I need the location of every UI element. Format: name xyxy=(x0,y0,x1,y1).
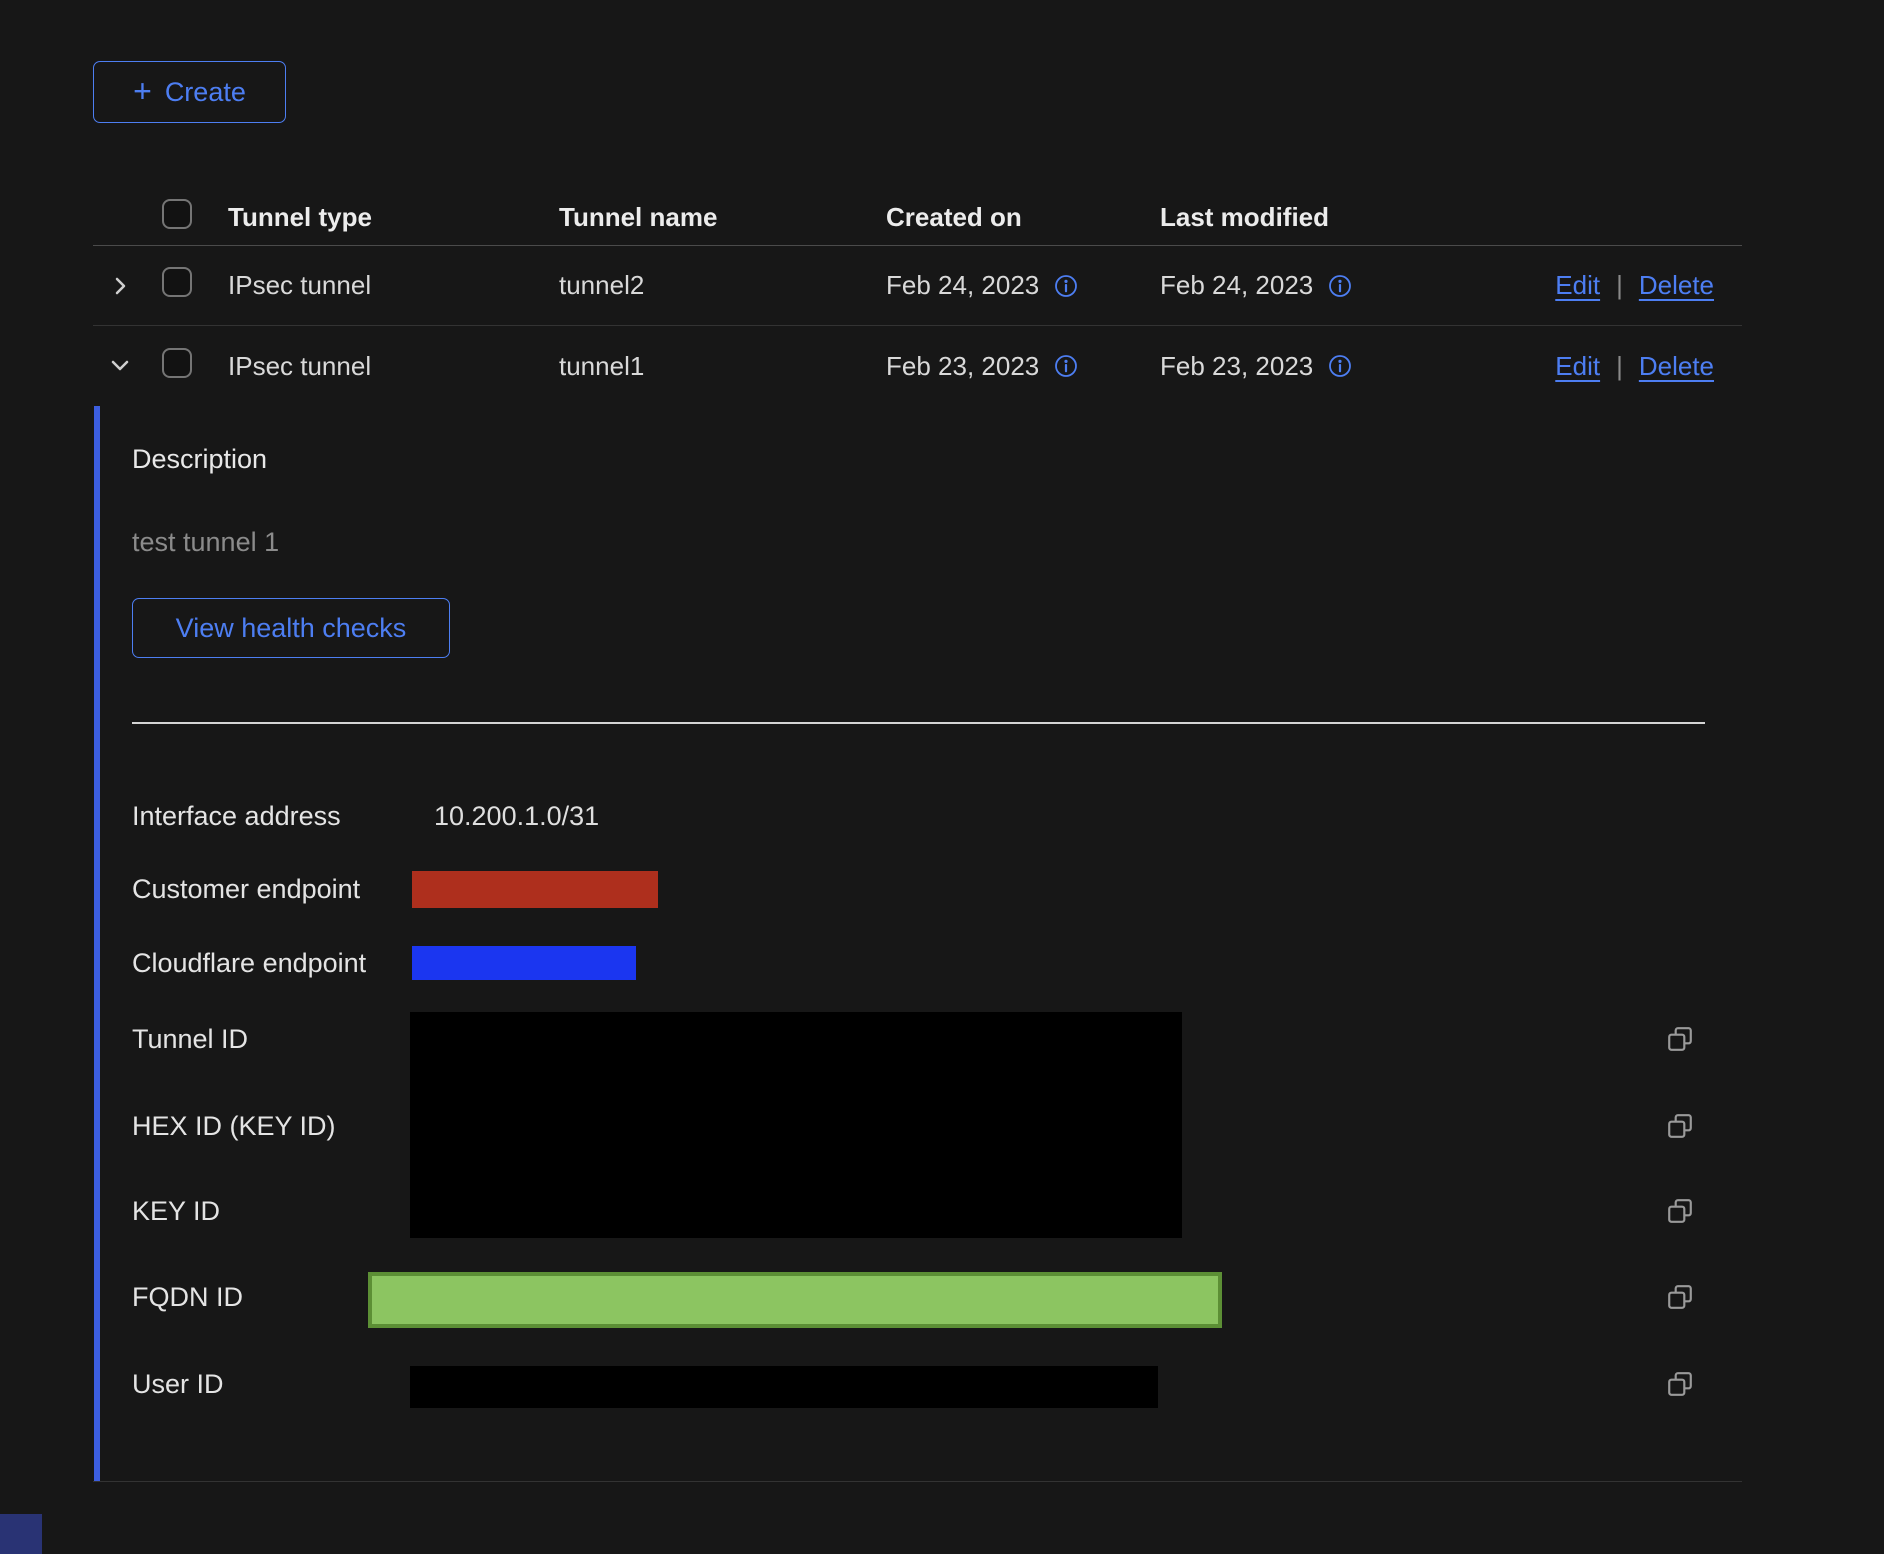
tunnels-table: Tunnel type Tunnel name Created on Last … xyxy=(93,190,1742,406)
hex-id-label: HEX ID (KEY ID) xyxy=(132,1110,336,1142)
info-icon[interactable] xyxy=(1054,354,1078,378)
row-checkbox[interactable] xyxy=(162,267,192,297)
user-id-redacted-value xyxy=(410,1366,1158,1408)
tunnels-page: + Create Tunnel type Tunnel name Created… xyxy=(0,0,1884,1554)
user-id-label: User ID xyxy=(132,1368,224,1400)
expand-chevron-right-icon[interactable] xyxy=(105,271,135,301)
copy-fqdn-id-icon[interactable] xyxy=(1666,1283,1694,1311)
action-separator: | xyxy=(1616,270,1623,301)
interface-address-label: Interface address xyxy=(132,800,341,832)
expanded-row-accent-bar xyxy=(94,406,100,1482)
delete-link[interactable]: Delete xyxy=(1639,351,1714,382)
create-button[interactable]: + Create xyxy=(93,61,286,123)
tunnel-type-cell: IPsec tunnel xyxy=(228,351,559,382)
copy-key-id-icon[interactable] xyxy=(1666,1197,1694,1225)
delete-link[interactable]: Delete xyxy=(1639,270,1714,301)
header-tunnel-name: Tunnel name xyxy=(559,202,886,233)
key-id-label: KEY ID xyxy=(132,1195,220,1227)
created-on-cell: Feb 23, 2023 xyxy=(886,351,1039,382)
detail-divider xyxy=(132,722,1705,724)
copy-user-id-icon[interactable] xyxy=(1666,1370,1694,1398)
header-last-modified: Last modified xyxy=(1160,202,1742,233)
edit-link[interactable]: Edit xyxy=(1555,351,1600,382)
cloudflare-endpoint-label: Cloudflare endpoint xyxy=(132,947,366,979)
select-all-checkbox[interactable] xyxy=(162,199,192,229)
cloudflare-endpoint-redacted-value xyxy=(412,946,636,980)
customer-endpoint-redacted-value xyxy=(412,871,658,908)
header-created-on: Created on xyxy=(886,202,1160,233)
tunnel-type-cell: IPsec tunnel xyxy=(228,270,559,301)
ids-redacted-value xyxy=(410,1012,1182,1238)
table-header-row: Tunnel type Tunnel name Created on Last … xyxy=(93,190,1742,246)
row-checkbox[interactable] xyxy=(162,348,192,378)
description-value: test tunnel 1 xyxy=(132,527,279,558)
info-icon[interactable] xyxy=(1328,354,1352,378)
info-icon[interactable] xyxy=(1328,274,1352,298)
header-tunnel-type: Tunnel type xyxy=(228,202,559,233)
collapse-chevron-down-icon[interactable] xyxy=(105,351,135,381)
fqdn-id-redacted-value xyxy=(368,1272,1222,1328)
copy-tunnel-id-icon[interactable] xyxy=(1666,1025,1694,1053)
tunnel-name-cell: tunnel2 xyxy=(559,270,886,301)
expanded-bottom-divider xyxy=(93,1481,1742,1482)
fqdn-id-label: FQDN ID xyxy=(132,1281,243,1313)
tunnel-id-label: Tunnel ID xyxy=(132,1023,248,1055)
create-button-label: Create xyxy=(165,77,246,108)
customer-endpoint-label: Customer endpoint xyxy=(132,873,360,905)
table-row: IPsec tunnel tunnel2 Feb 24, 2023 Feb 24… xyxy=(93,246,1742,326)
corner-accent-block xyxy=(0,1514,42,1554)
table-row: IPsec tunnel tunnel1 Feb 23, 2023 Feb 23… xyxy=(93,326,1742,406)
view-health-checks-button[interactable]: View health checks xyxy=(132,598,450,658)
created-on-cell: Feb 24, 2023 xyxy=(886,270,1039,301)
tunnel-name-cell: tunnel1 xyxy=(559,351,886,382)
info-icon[interactable] xyxy=(1054,274,1078,298)
plus-icon: + xyxy=(133,75,152,107)
last-modified-cell: Feb 24, 2023 xyxy=(1160,270,1313,301)
description-heading: Description xyxy=(132,444,267,475)
last-modified-cell: Feb 23, 2023 xyxy=(1160,351,1313,382)
copy-hex-id-icon[interactable] xyxy=(1666,1112,1694,1140)
edit-link[interactable]: Edit xyxy=(1555,270,1600,301)
interface-address-value: 10.200.1.0/31 xyxy=(434,800,599,832)
action-separator: | xyxy=(1616,351,1623,382)
